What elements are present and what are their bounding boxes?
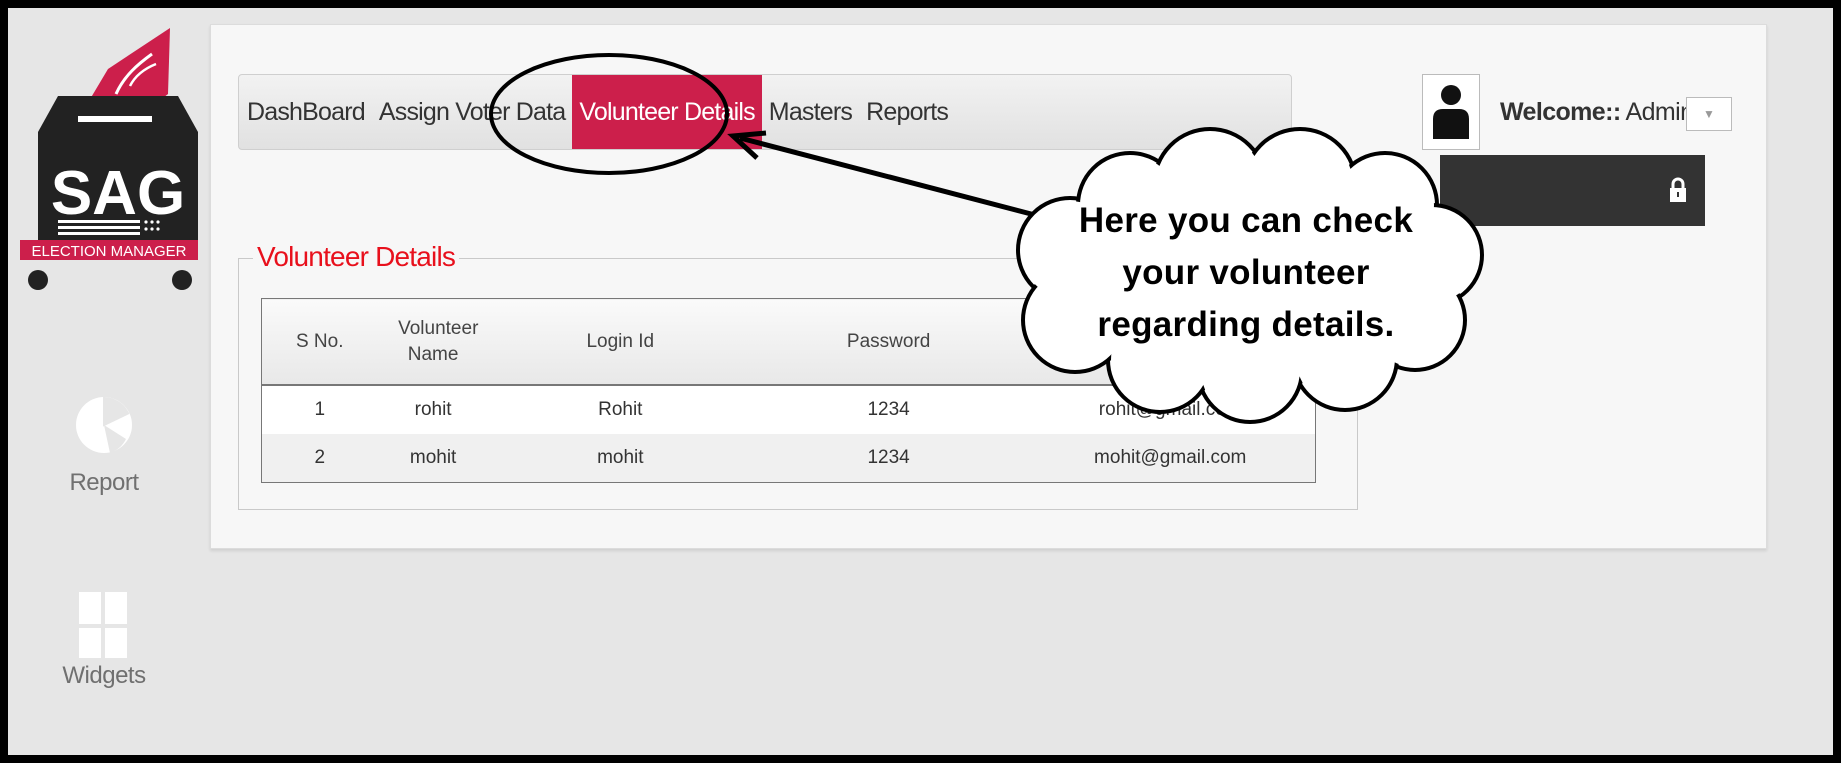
cell-password: 1234: [867, 399, 910, 420]
sidebar-item-label: Widgets: [62, 662, 146, 689]
welcome-label: Welcome::: [1500, 98, 1621, 126]
cell-volunteer-name: mohit: [377, 434, 489, 483]
nav-item-assign-voter-data[interactable]: Assign Voter Data: [372, 75, 573, 149]
callout-line: regarding details.: [1097, 305, 1395, 344]
user-menu-dropdown[interactable]: ▼: [1686, 97, 1732, 131]
lock-icon[interactable]: [1669, 177, 1687, 208]
cell-login-id: mohit: [488, 434, 752, 483]
top-navigation: DashBoard Assign Voter Data Volunteer De…: [238, 74, 1292, 150]
sag-election-manager-logo[interactable]: SAG ELECTION MANAGER: [20, 24, 198, 294]
nav-item-dashboard[interactable]: DashBoard: [239, 75, 372, 149]
table-row[interactable]: 1 rohit Rohit 1234 rohit@gmail.com: [262, 385, 1316, 434]
column-header-sno: S No.: [261, 298, 378, 386]
sidebar-item-widgets[interactable]: Widgets: [55, 592, 153, 690]
nav-item-volunteer-details[interactable]: Volunteer Details: [572, 75, 762, 149]
nav-item-reports[interactable]: Reports: [859, 75, 955, 149]
column-header-login-id: Login Id: [488, 298, 752, 386]
logo-title: SAG: [51, 159, 185, 228]
cell-email: mohit@gmail.com: [1025, 434, 1316, 483]
widgets-grid-icon: [55, 592, 153, 662]
sidebar-item-report[interactable]: Report: [55, 395, 153, 497]
cell-sno: 2: [261, 434, 378, 483]
user-avatar[interactable]: [1422, 74, 1480, 150]
callout-line: Here you can check: [1078, 201, 1414, 240]
user-name: Admin: [1625, 98, 1694, 126]
column-header-volunteer-name: Volunteer Name: [377, 298, 489, 386]
table-row[interactable]: 2 mohit mohit 1234 mohit@gmail.com: [261, 434, 1316, 483]
column-header-password: Password: [751, 298, 1026, 386]
cell-login-id: Rohit: [598, 399, 643, 420]
cell-password: 1234: [751, 434, 1026, 483]
welcome-text: Welcome:: Admin: [1500, 98, 1694, 127]
user-menu-bar: [1440, 155, 1705, 226]
callout-line: your volunteer: [1122, 253, 1370, 292]
section-title: Volunteer Details: [253, 241, 460, 273]
callout-text: Here you can check your volunteer regard…: [1026, 195, 1466, 351]
sidebar-item-label: Report: [69, 469, 139, 496]
user-silhouette-icon: [1433, 85, 1469, 139]
logo-subtitle: ELECTION MANAGER: [31, 243, 186, 260]
cell-email: rohit@gmail.com: [1098, 399, 1242, 420]
cell-volunteer-name: rohit: [414, 399, 452, 420]
pie-chart-icon: [55, 395, 153, 469]
nav-item-masters[interactable]: Masters: [762, 75, 859, 149]
cell-sno: 1: [314, 399, 326, 420]
caret-down-icon: ▼: [1703, 107, 1715, 121]
